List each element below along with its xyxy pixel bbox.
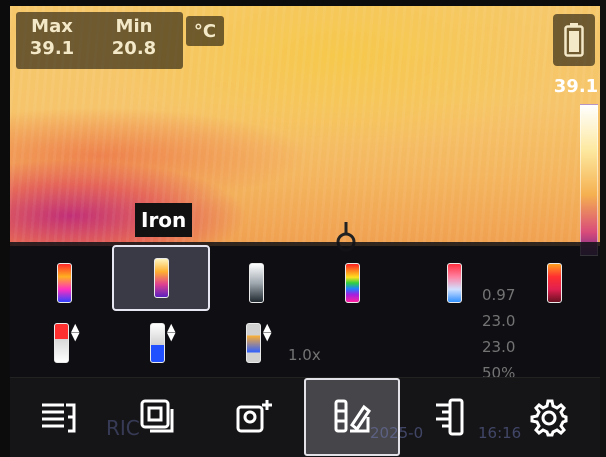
iron-palette-icon [153,258,169,298]
palette-blue-alarm[interactable]: ▲ ▼ [150,318,190,368]
rainbow-hc-palette-icon [344,263,360,303]
red-alarm-palette-icon [54,323,69,363]
max-label: Max [31,16,73,37]
zoom-readout: 1.0x [288,346,321,364]
palette-interval-alarm[interactable]: ▲ ▼ [246,318,286,368]
measure-menu-button[interactable] [10,378,106,456]
palette-rainbow-hc[interactable] [304,250,400,316]
time-readout: 16:16 [478,424,522,442]
thermal-camera-screen: Max 39.1 Min 20.8 °C 39.1 Iron ▲ ▼ ▲ ▼ ▲… [0,0,606,457]
image-mode-icon [140,399,174,433]
scale-max-value: 39.1 [553,76,599,97]
min-value: 20.8 [111,38,157,59]
palette-edit-button[interactable] [304,378,400,456]
lava-palette-icon [546,263,562,303]
palette-red-alarm[interactable]: ▲ ▼ [54,318,94,368]
add-image-button[interactable] [206,378,302,456]
max-value: 39.1 [29,38,75,59]
min-temperature: Min 20.8 [104,16,164,60]
bezel [0,0,10,457]
datetime-readout: 2025-0 [370,424,424,442]
measure-menu-icon [42,403,76,433]
bezel [0,0,606,6]
battery-indicator [553,14,595,66]
adjust-arrows-icon: ▲ ▼ [71,321,80,343]
adjust-arrows-icon: ▲ ▼ [167,321,176,343]
bottom-toolbar: 2025-0 16:16 RIC [10,377,602,457]
palette-selection-panel: ▲ ▼ ▲ ▼ ▲ ▼ 0.97 23.0 23.0 50% 1.0x [10,242,602,382]
rainbow-palette-icon [56,263,72,303]
min-max-readout: Max 39.1 Min 20.8 [16,12,183,69]
scale-ruler-icon [436,398,464,436]
palette-edit-icon [334,399,372,433]
brand-watermark: RIC [106,416,140,440]
max-temperature: Max 39.1 [22,16,82,60]
add-image-icon [236,400,272,433]
palette-lava[interactable] [506,250,602,316]
interval-alarm-palette-icon [246,323,261,363]
adjust-arrows-icon: ▲ ▼ [263,321,272,343]
palette-iron[interactable] [112,245,210,311]
white-hot-palette-icon [248,263,264,303]
palette-rainbow[interactable] [16,250,112,316]
settings-button[interactable] [500,378,596,456]
temperature-scale-bar [580,104,598,256]
emissivity-readout: 0.97 [482,286,516,304]
settings-icon [530,399,568,437]
scale-ruler-button[interactable] [402,378,498,456]
palette-white-hot[interactable] [208,250,304,316]
palette-name-tooltip: Iron [135,203,193,237]
temperature-unit-badge: °C [186,16,224,46]
palette-hot-cold[interactable] [406,250,502,316]
hot-cold-palette-icon [446,263,462,303]
blue-alarm-palette-icon [150,323,165,363]
min-label: Min [115,16,153,37]
bezel [600,0,606,457]
battery-icon [564,23,584,57]
ambient-temp-readout: 23.0 [482,338,516,356]
reflected-temp-readout: 23.0 [482,312,516,330]
